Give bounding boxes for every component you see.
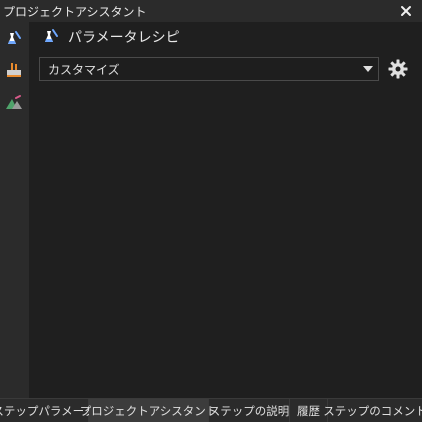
tab-project-assistant[interactable]: プロジェクトアシスタント (80, 399, 217, 422)
tab-label: ステップのコメント (323, 403, 422, 418)
tab-label: 履歴 (297, 403, 320, 418)
gear-icon (388, 59, 408, 79)
tab-step-comments[interactable]: ステップのコメント (323, 399, 422, 422)
dropdown-arrow (358, 58, 378, 80)
flask-icon (8, 31, 21, 44)
section-title: パラメータレシピ (68, 30, 180, 46)
tab-step-description[interactable]: ステップの説明 (209, 399, 290, 422)
tab-step-parameters[interactable]: ステップパラメータ (0, 399, 96, 422)
mountain-icon (6, 95, 22, 109)
assistant-content: パラメータレシピ カスタマイズ (29, 22, 422, 398)
recipe-dropdown[interactable]: カスタマイズ (39, 57, 379, 81)
project-assistant-window: プロジェクトアシスタント パラメータレシピ カスタマイズ ステップパラメータ プ… (0, 0, 422, 422)
tool-mountain[interactable] (4, 93, 24, 113)
tool-cauldron[interactable] (4, 60, 24, 80)
section-header: パラメータレシピ (42, 27, 180, 47)
close-button[interactable] (398, 3, 414, 19)
dropdown-selected-value: カスタマイズ (48, 62, 120, 77)
window-title: プロジェクトアシスタント (3, 4, 147, 19)
tool-parameter-recipe[interactable] (4, 29, 24, 49)
tab-label: ステップの説明 (208, 403, 290, 418)
cauldron-icon (7, 63, 21, 77)
settings-button[interactable] (387, 58, 409, 80)
tab-label: プロジェクトアシスタント (79, 403, 218, 418)
close-icon (401, 6, 411, 16)
flask-icon (42, 28, 60, 46)
left-toolbar (0, 22, 29, 398)
chevron-down-icon (363, 66, 373, 72)
title-bar: プロジェクトアシスタント (0, 0, 422, 22)
bottom-tab-bar: ステップパラメータ プロジェクトアシスタント ステップの説明 履歴 ステップのコ… (0, 398, 422, 422)
